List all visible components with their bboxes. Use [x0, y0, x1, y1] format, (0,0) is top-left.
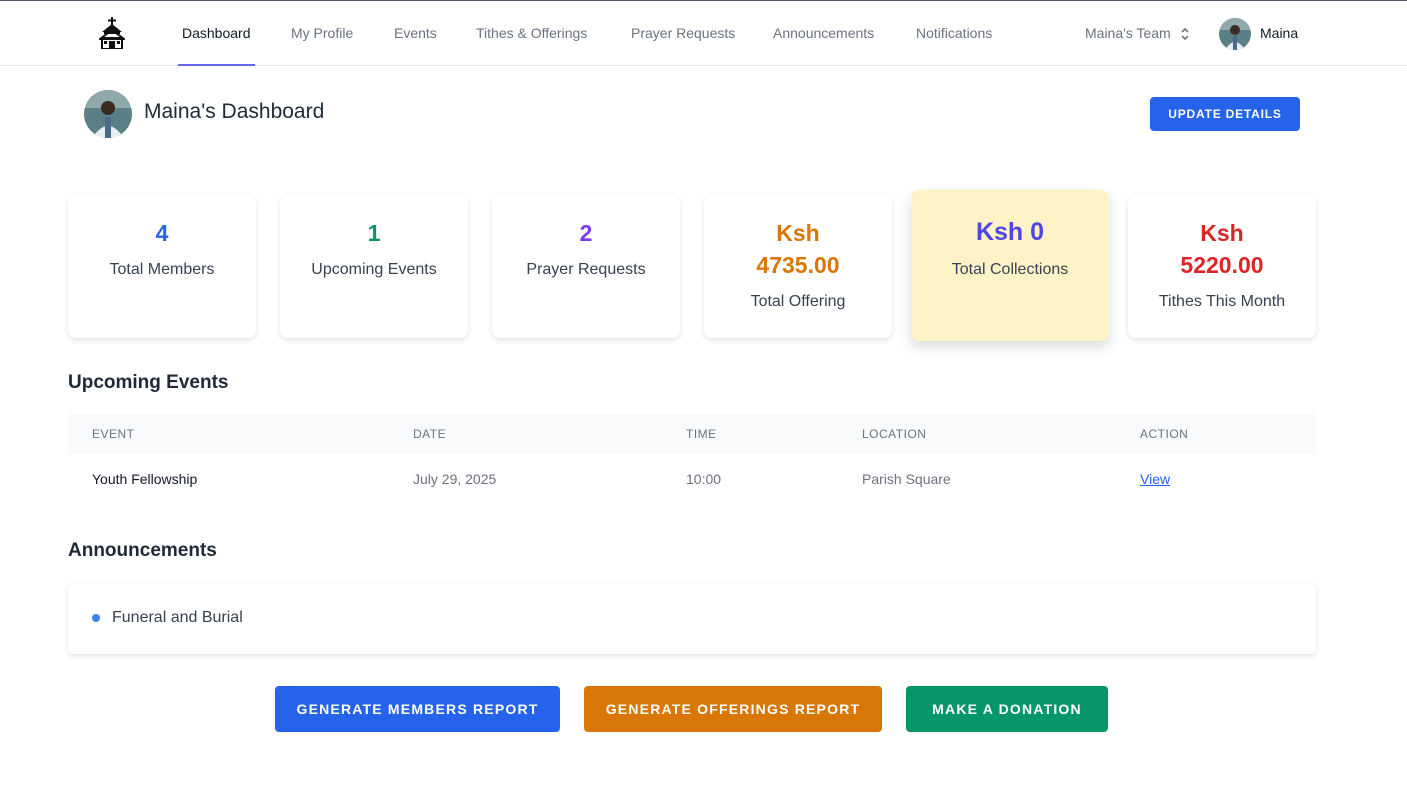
generate-offerings-report-button[interactable]: GENERATE OFFERINGS REPORT: [584, 686, 882, 732]
announcements-card: Funeral and Burial: [68, 583, 1316, 654]
chevron-up-down-icon[interactable]: [1180, 26, 1190, 42]
event-time: 10:00: [686, 471, 722, 487]
church-icon[interactable]: [99, 17, 125, 49]
nav-events[interactable]: Events: [394, 1, 437, 66]
stat-card-total-members: 4 Total Members: [68, 195, 256, 338]
view-event-link[interactable]: View: [1140, 454, 1170, 504]
stat-value: 1: [367, 220, 381, 246]
stat-value: Ksh 0: [975, 218, 1045, 246]
stat-card-tithes-this-month: Ksh 5220.00 Tithes This Month: [1128, 195, 1316, 338]
event-location: Parish Square: [862, 471, 951, 487]
column-header-action: ACTION: [1140, 427, 1189, 441]
stat-card-total-offering: Ksh 4735.00 Total Offering: [704, 195, 892, 338]
stat-label: Total Collections: [951, 261, 1069, 278]
user-name[interactable]: Maina: [1260, 1, 1298, 66]
profile-avatar: [84, 90, 132, 138]
nav-prayer-requests[interactable]: Prayer Requests: [631, 1, 735, 66]
event-date: July 29, 2025: [413, 471, 497, 487]
stat-label: Total Members: [109, 261, 215, 278]
team-switcher[interactable]: Maina's Team: [1085, 1, 1171, 66]
table-row: Youth Fellowship July 29, 2025 10:00 Par…: [68, 454, 1316, 504]
stat-value: 2: [579, 220, 593, 246]
stat-label: Upcoming Events: [311, 261, 437, 278]
stat-label: Total Offering: [750, 293, 846, 310]
generate-members-report-button[interactable]: GENERATE MEMBERS REPORT: [275, 686, 560, 732]
page-title: Maina's Dashboard: [144, 100, 325, 123]
nav-announcements[interactable]: Announcements: [773, 1, 874, 66]
stat-value-currency: Ksh: [776, 220, 820, 246]
nav-tithes-offerings[interactable]: Tithes & Offerings: [476, 1, 587, 66]
update-details-button[interactable]: UPDATE DETAILS: [1150, 97, 1300, 131]
upcoming-events-heading: Upcoming Events: [68, 372, 229, 393]
column-header-event: EVENT: [92, 427, 135, 441]
nav-my-profile[interactable]: My Profile: [291, 1, 353, 66]
stat-value-currency: Ksh: [1200, 220, 1244, 246]
events-table: EVENT DATE TIME LOCATION ACTION Youth Fe…: [68, 414, 1316, 504]
stat-card-prayer-requests: 2 Prayer Requests: [492, 195, 680, 338]
table-header: EVENT DATE TIME LOCATION ACTION: [68, 414, 1316, 454]
nav-dashboard[interactable]: Dashboard: [178, 1, 254, 66]
column-header-date: DATE: [413, 427, 447, 441]
stat-label: Tithes This Month: [1158, 293, 1286, 310]
column-header-location: LOCATION: [862, 427, 927, 441]
make-donation-button[interactable]: MAKE A DONATION: [906, 686, 1108, 732]
stat-value-amount: 5220.00: [1180, 252, 1264, 278]
bullet-dot-icon: [92, 614, 100, 622]
announcement-item[interactable]: Funeral and Burial: [112, 583, 243, 653]
stat-value-amount: 4735.00: [756, 252, 840, 278]
event-name: Youth Fellowship: [92, 471, 198, 487]
top-navbar: Dashboard My Profile Events Tithes & Off…: [0, 0, 1407, 66]
announcements-heading: Announcements: [68, 540, 217, 561]
user-avatar[interactable]: [1219, 18, 1251, 50]
stat-label: Prayer Requests: [526, 261, 646, 278]
stat-card-total-collections: Ksh 0 Total Collections: [911, 190, 1109, 341]
nav-notifications[interactable]: Notifications: [916, 1, 992, 66]
stat-value: 4: [155, 220, 169, 246]
stat-card-upcoming-events: 1 Upcoming Events: [280, 195, 468, 338]
column-header-time: TIME: [686, 427, 717, 441]
